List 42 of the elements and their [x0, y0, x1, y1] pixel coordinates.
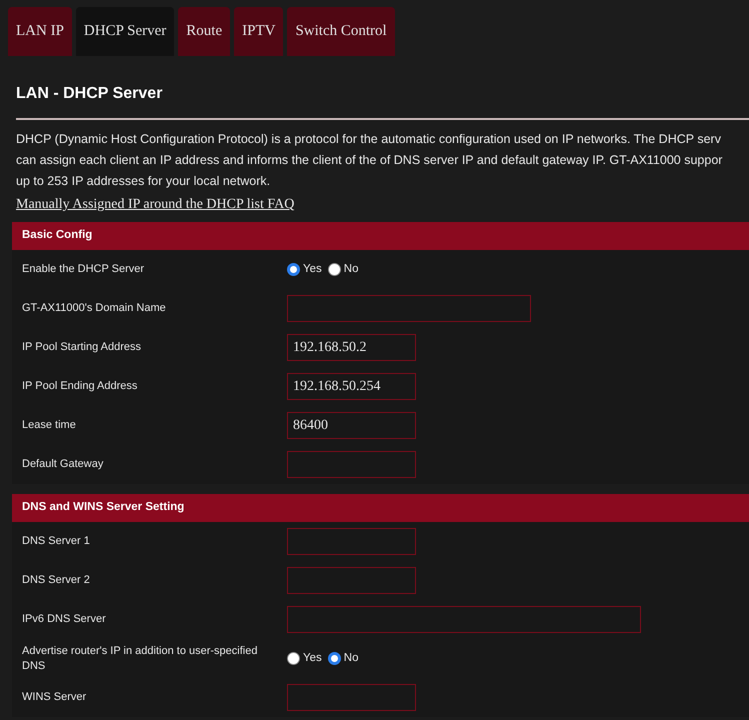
field-label: Lease time: [22, 418, 77, 433]
radio-label: No: [344, 262, 358, 277]
input-field[interactable]: [287, 567, 416, 594]
field-label: DNS Server 2: [22, 573, 91, 588]
tab[interactable]: IPTV: [234, 7, 284, 56]
radio-option[interactable]: No: [328, 260, 358, 278]
field-label: Enable the DHCP Server: [22, 262, 146, 277]
radio-option[interactable]: No: [328, 650, 358, 668]
radio-button[interactable]: [287, 652, 300, 665]
faq-link[interactable]: Manually Assigned IP around the DHCP list FAQ: [16, 195, 294, 215]
description: DHCP (Dynamic Host Configuration Protocol) is a protocol for the automatic configuration used on IP networks. The DHCP serv can assign each client an IP address and informs the client of the of DNS server IP and default gateway IP. GT-AX11000 suppor up to 253 IP addresses for your local network.: [16, 131, 724, 190]
radio-button[interactable]: [287, 263, 300, 276]
tab[interactable]: LAN IP: [8, 7, 72, 56]
radio-button[interactable]: [328, 263, 341, 276]
input-field[interactable]: [287, 528, 416, 555]
radio-option[interactable]: Yes: [287, 260, 322, 278]
tab[interactable]: Route: [178, 7, 230, 56]
field-label: DNS Server 1: [22, 534, 91, 549]
input-field[interactable]: 192.168.50.2: [287, 334, 416, 361]
radio-label: Yes: [303, 262, 322, 277]
field-label: WINS Server: [22, 690, 88, 705]
input-field[interactable]: [287, 451, 416, 478]
radio-label: No: [344, 650, 358, 666]
field-label: Advertise router's IP in addition to user-specified DNS: [22, 644, 258, 674]
tab[interactable]: DHCP Server: [76, 7, 174, 56]
field-label: IPv6 DNS Server: [22, 612, 107, 627]
input-field[interactable]: 192.168.50.254: [287, 373, 416, 400]
section-header: DNS and WINS Server Setting: [12, 494, 749, 522]
input-field[interactable]: [287, 606, 641, 633]
input-field[interactable]: 86400: [287, 412, 416, 439]
input-field[interactable]: [287, 684, 416, 711]
field-label: IP Pool Starting Address: [22, 340, 142, 355]
section-header: Basic Config: [12, 222, 749, 250]
radio-option[interactable]: Yes: [287, 650, 322, 668]
input-field[interactable]: [287, 295, 531, 322]
radio-label: Yes: [303, 650, 322, 666]
field-label: GT-AX11000's Domain Name: [22, 301, 167, 316]
field-label: IP Pool Ending Address: [22, 379, 138, 394]
field-label: Default Gateway: [22, 457, 104, 472]
page-title: LAN - DHCP Server: [16, 84, 164, 104]
radio-button[interactable]: [328, 652, 341, 665]
tab[interactable]: Switch Control: [287, 7, 395, 56]
